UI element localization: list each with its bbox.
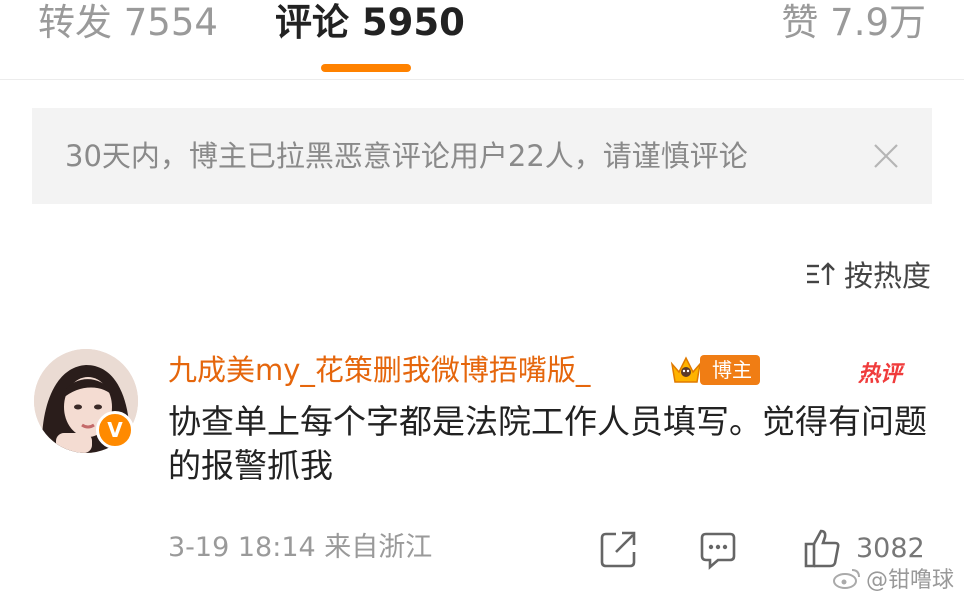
comment-tabs: 转发 7554 评论 5950 赞 7.9万 — [0, 0, 964, 80]
tab-reposts[interactable]: 转发 7554 — [38, 0, 218, 46]
sort-label: 按热度 — [843, 259, 931, 293]
hot-comment-badge: 热评 — [858, 362, 903, 387]
verified-badge-icon: V — [96, 411, 134, 449]
watermark: @钳噜球 — [832, 562, 954, 594]
share-button[interactable] — [598, 526, 638, 570]
reply-button[interactable] — [698, 526, 738, 570]
active-tab-indicator — [321, 64, 411, 72]
comment-meta: 3-19 18:14 来自浙江 — [168, 532, 433, 563]
comment-text: 协查单上每个字都是法院工作人员填写。觉得有问题的报警抓我 — [168, 402, 927, 485]
comment-username[interactable]: 九成美my_花策删我微博捂嘴版_ — [168, 350, 590, 390]
author-badge: 博主 — [700, 355, 760, 385]
sort-by-hot-button[interactable]: 按热度 — [806, 254, 931, 294]
watermark-text: @钳噜球 — [865, 568, 954, 593]
tab-likes[interactable]: 赞 7.9万 — [781, 0, 926, 46]
tab-comments[interactable]: 评论 5950 — [275, 0, 465, 46]
notice-text: 30天内，博主已拉黑恶意评论用户22人，请谨慎评论 — [65, 139, 748, 173]
sort-icon — [806, 262, 835, 285]
close-icon[interactable] — [872, 142, 900, 170]
weibo-logo-icon — [832, 569, 860, 589]
comment-icon — [700, 532, 736, 570]
like-count: 3082 — [856, 532, 925, 564]
share-icon — [600, 531, 636, 568]
block-notice-banner: 30天内，博主已拉黑恶意评论用户22人，请谨慎评论 — [32, 108, 932, 204]
